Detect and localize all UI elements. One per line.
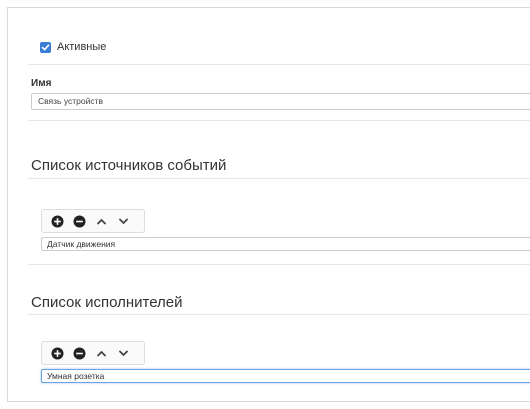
active-checkbox-row[interactable]: Активные bbox=[40, 40, 106, 54]
divider bbox=[28, 314, 530, 315]
executor-list-item[interactable]: Умная розетка bbox=[41, 369, 530, 383]
active-checkbox[interactable] bbox=[40, 41, 51, 53]
event-sources-title: Список источников событий bbox=[31, 157, 227, 174]
executors-title: Список исполнителей bbox=[31, 294, 183, 311]
remove-icon[interactable] bbox=[69, 343, 89, 363]
check-icon bbox=[41, 43, 50, 50]
name-label: Имя bbox=[31, 78, 52, 89]
event-sources-toolbar bbox=[41, 209, 145, 233]
chevron-up-icon[interactable] bbox=[91, 211, 111, 231]
divider bbox=[28, 264, 530, 265]
name-input[interactable]: Связь устройств bbox=[31, 93, 530, 110]
remove-icon[interactable] bbox=[69, 211, 89, 231]
add-icon[interactable] bbox=[47, 343, 67, 363]
divider bbox=[28, 64, 530, 65]
chevron-up-icon[interactable] bbox=[91, 343, 111, 363]
chevron-down-icon[interactable] bbox=[113, 211, 133, 231]
executors-toolbar bbox=[41, 341, 145, 365]
divider bbox=[28, 178, 530, 179]
divider bbox=[28, 120, 530, 121]
event-source-list-item[interactable]: Датчик движения bbox=[41, 237, 530, 251]
active-label: Активные bbox=[57, 41, 107, 53]
add-icon[interactable] bbox=[47, 211, 67, 231]
settings-panel: Активные Имя Связь устройств Список исто… bbox=[7, 7, 530, 402]
chevron-down-icon[interactable] bbox=[113, 343, 133, 363]
